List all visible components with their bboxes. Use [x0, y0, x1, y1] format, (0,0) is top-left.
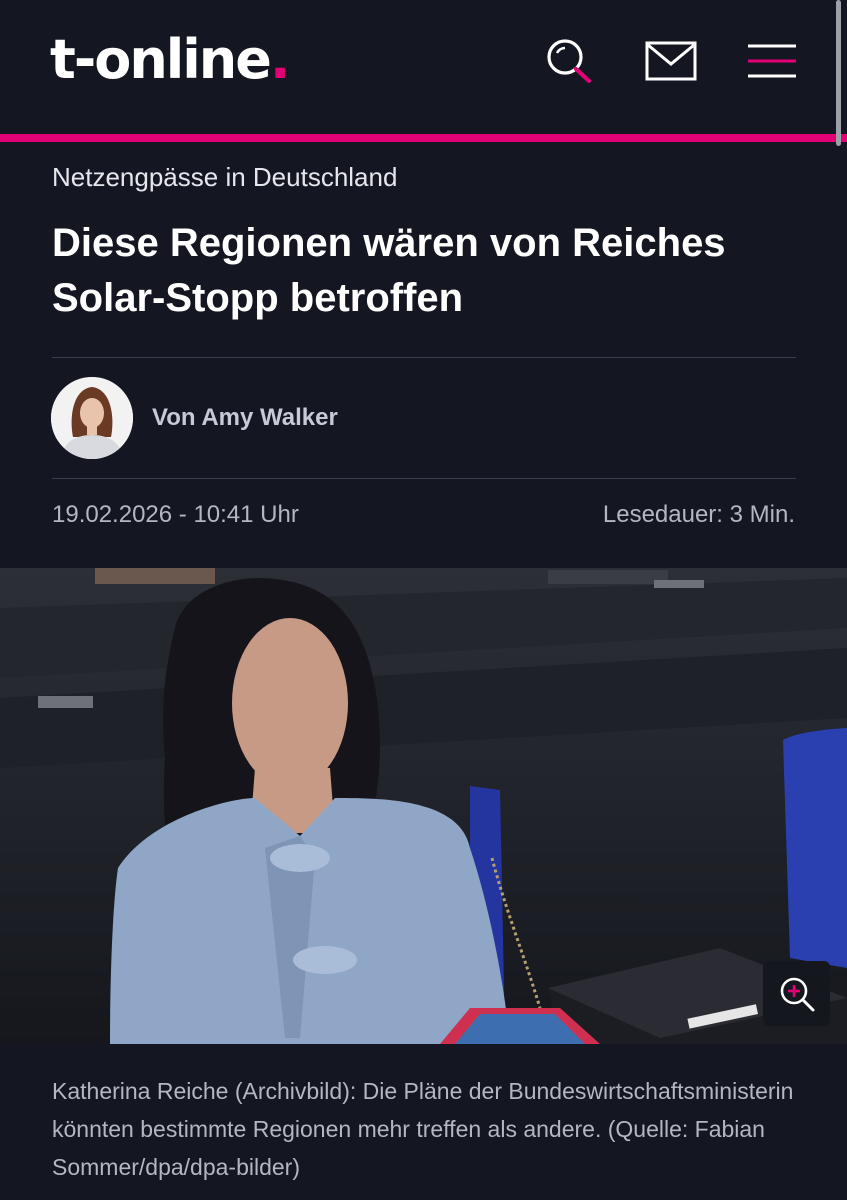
mail-icon	[645, 41, 697, 81]
search-icon	[547, 39, 591, 83]
newsletter-button[interactable]	[644, 36, 698, 86]
reading-time: Lesedauer: 3 Min.	[602, 501, 795, 528]
search-button[interactable]	[542, 36, 596, 86]
divider	[52, 357, 796, 358]
site-logo[interactable]: t-online.	[50, 28, 290, 92]
menu-icon	[748, 44, 796, 78]
article-kicker: Netzengpässe in Deutschland	[52, 162, 398, 192]
menu-button[interactable]	[745, 36, 799, 86]
author-name[interactable]: Von Amy Walker	[152, 404, 338, 432]
image-caption: Katherina Reiche (Archivbild): Die Pläne…	[52, 1078, 794, 1180]
zoom-button[interactable]	[763, 961, 830, 1026]
site-header: t-online.	[0, 0, 847, 134]
divider	[52, 478, 796, 479]
scrollbar[interactable]	[836, 0, 841, 146]
publish-date: 19.02.2026 - 10:41 Uhr	[52, 501, 299, 528]
article-headline: Diese Regionen wären von Reiches Solar-S…	[52, 221, 726, 320]
logo-dot: .	[269, 28, 290, 91]
article-photo	[0, 568, 847, 1044]
author-portrait	[51, 377, 133, 459]
header-accent-bar	[0, 134, 847, 142]
zoom-in-icon	[780, 977, 814, 1011]
article-image[interactable]	[0, 568, 847, 1044]
author-avatar[interactable]	[51, 377, 133, 459]
logo-text: t-online	[50, 28, 272, 91]
